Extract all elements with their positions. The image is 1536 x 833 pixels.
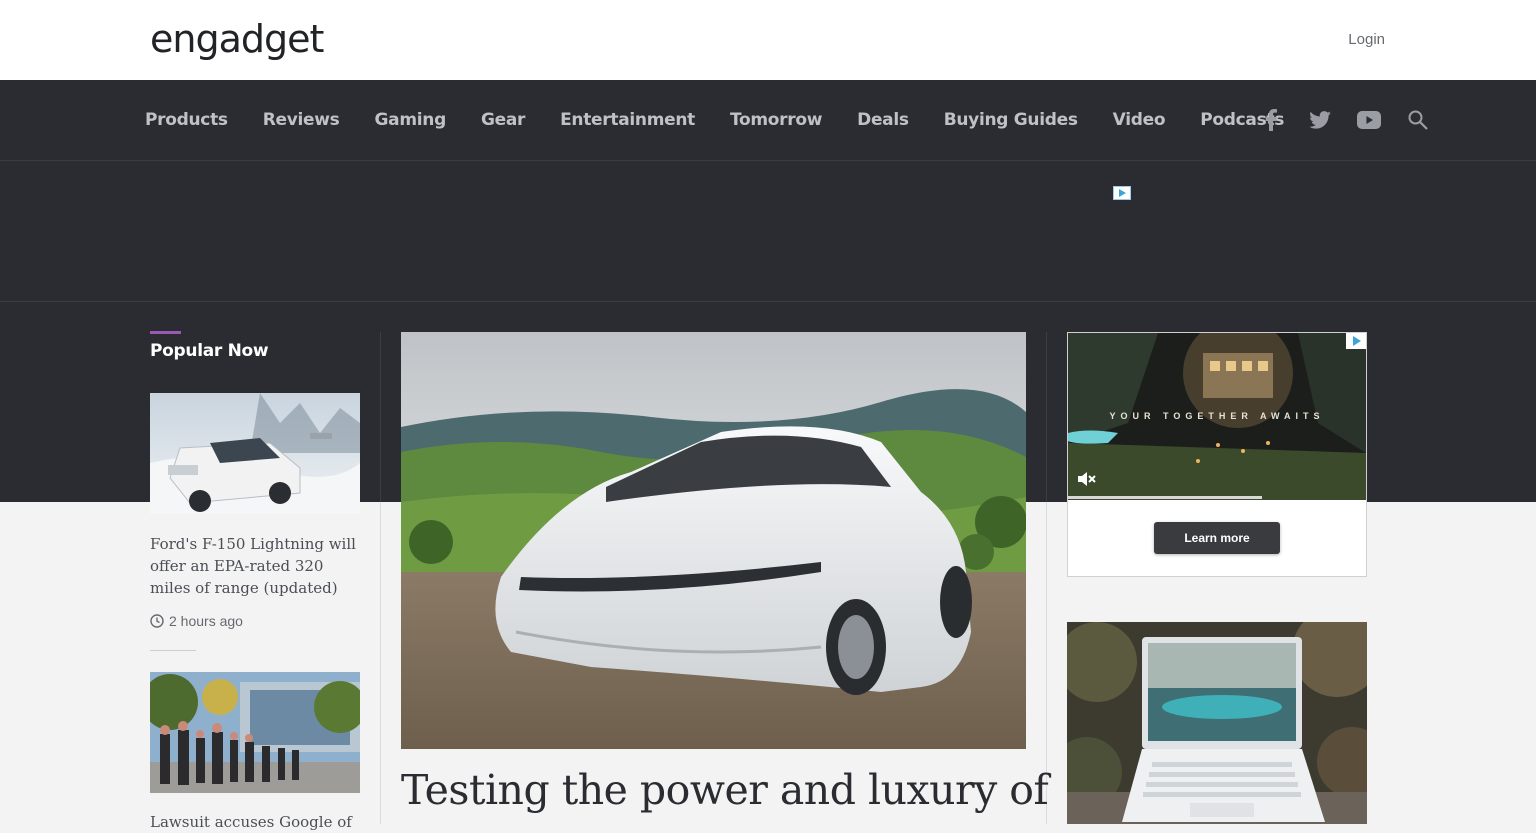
- learn-more-button[interactable]: Learn more: [1154, 522, 1280, 554]
- article-headline[interactable]: Lawsuit accuses Google of: [150, 811, 362, 833]
- article-thumbnail-google[interactable]: [150, 672, 360, 793]
- login-link[interactable]: Login: [1348, 31, 1385, 48]
- article-time-label: 2 hours ago: [169, 613, 243, 629]
- article-headline[interactable]: Ford's F-150 Lightning will offer an EPA…: [150, 533, 362, 599]
- column-divider: [380, 332, 381, 502]
- engadget-logo[interactable]: engadget: [150, 14, 324, 64]
- nav-item-tomorrow[interactable]: Tomorrow: [730, 110, 822, 130]
- social-icons: [1258, 80, 1454, 160]
- nav-item-entertainment[interactable]: Entertainment: [560, 110, 695, 130]
- nav-item-video[interactable]: Video: [1113, 110, 1166, 130]
- adchoices-icon[interactable]: [1113, 186, 1131, 200]
- featured-image[interactable]: [401, 332, 1026, 749]
- clock-icon: [150, 614, 164, 628]
- column-divider: [1046, 332, 1047, 502]
- ad-video-frame[interactable]: YOUR TOGETHER AWAITS: [1068, 333, 1366, 500]
- nav-item-products[interactable]: Products: [145, 110, 228, 130]
- nav-item-gaming[interactable]: Gaming: [375, 110, 447, 130]
- nav-item-buying-guides[interactable]: Buying Guides: [944, 110, 1078, 130]
- ad-progress-bar: [1068, 496, 1262, 499]
- twitter-icon[interactable]: [1307, 107, 1333, 133]
- ad-tagline: YOUR TOGETHER AWAITS: [1109, 411, 1325, 421]
- nav-item-deals[interactable]: Deals: [857, 110, 909, 130]
- popular-now-title: Popular Now: [150, 341, 269, 361]
- nav-item-gear[interactable]: Gear: [481, 110, 525, 130]
- mute-icon[interactable]: [1076, 470, 1096, 493]
- site-header: engadget Login: [0, 0, 1536, 80]
- nav-item-reviews[interactable]: Reviews: [263, 110, 340, 130]
- ad-banner: [0, 161, 1536, 302]
- youtube-icon[interactable]: [1356, 107, 1382, 133]
- adchoices-icon[interactable]: [1346, 333, 1366, 349]
- video-ad[interactable]: YOUR TOGETHER AWAITS Learn more: [1067, 332, 1367, 577]
- article-thumbnail-truck[interactable]: [150, 393, 360, 514]
- facebook-icon[interactable]: [1258, 107, 1284, 133]
- sidebar-article-image[interactable]: [1067, 622, 1367, 824]
- featured-headline[interactable]: Testing the power and luxury of: [401, 766, 1049, 814]
- section-accent-bar: [150, 331, 181, 334]
- search-icon[interactable]: [1405, 107, 1431, 133]
- article-timestamp: 2 hours ago: [150, 613, 243, 629]
- nav-items: Products Reviews Gaming Gear Entertainme…: [145, 80, 1319, 160]
- main-nav: Products Reviews Gaming Gear Entertainme…: [0, 80, 1536, 161]
- column-divider: [380, 502, 381, 824]
- article-divider: [150, 650, 196, 651]
